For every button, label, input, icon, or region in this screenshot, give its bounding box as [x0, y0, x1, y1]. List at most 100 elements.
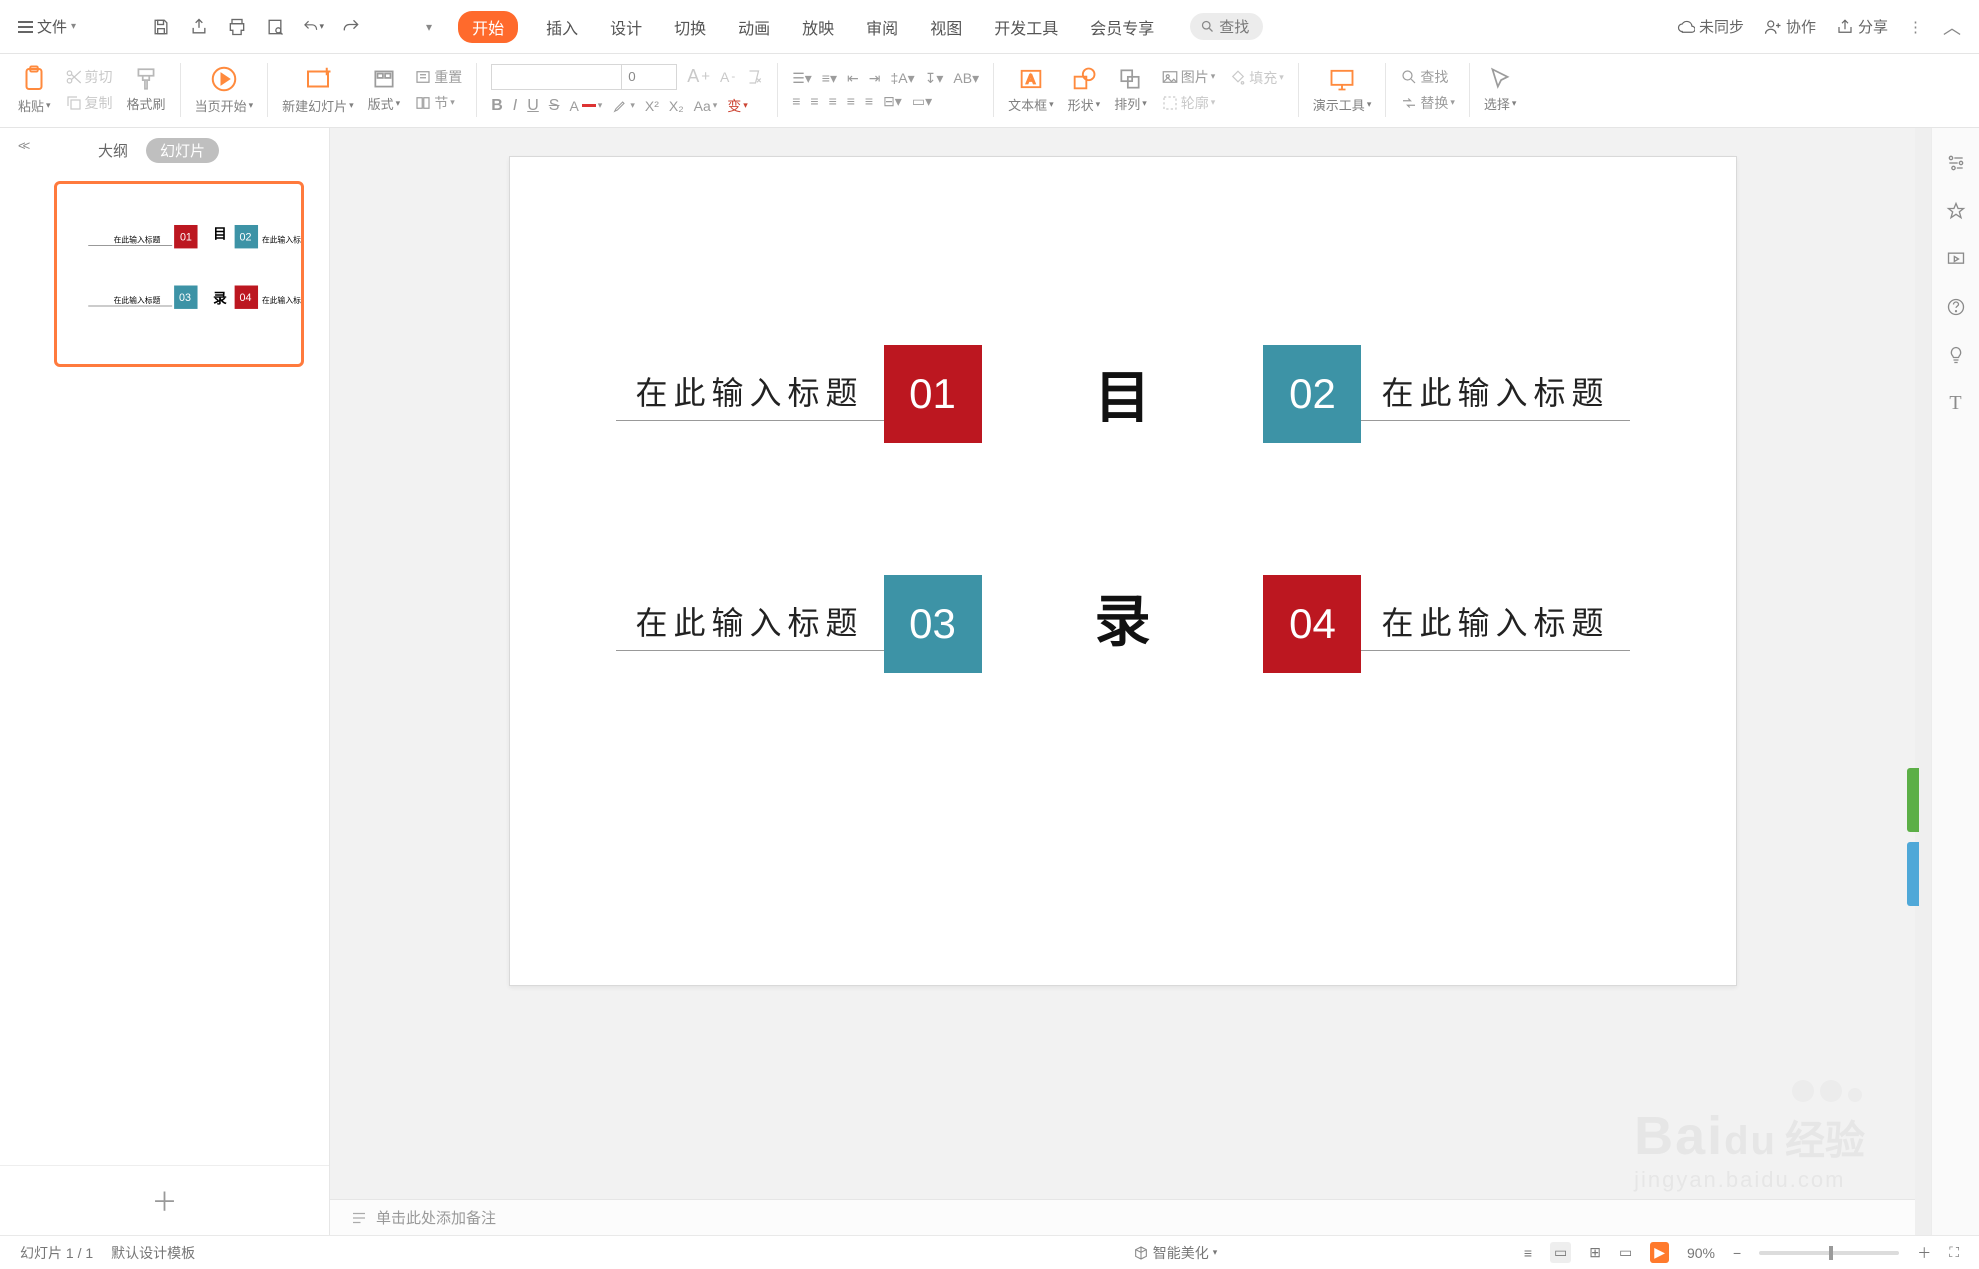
align-justify-icon[interactable]: ≡ — [847, 93, 855, 109]
idea-rail-icon[interactable] — [1945, 344, 1967, 366]
columns-icon[interactable]: AB▾ — [953, 70, 979, 87]
presentation-tools-button[interactable]: 演示工具▾ — [1313, 65, 1372, 114]
tab-slideshow[interactable]: 放映 — [798, 11, 838, 43]
text-rail-icon[interactable]: T — [1945, 392, 1967, 414]
decrease-font-icon[interactable]: A- — [720, 69, 735, 85]
align-right-icon[interactable]: ≡ — [829, 93, 837, 109]
numbering-icon[interactable]: ≡▾ — [822, 70, 837, 87]
replace-button[interactable]: 替换▾ — [1400, 93, 1455, 113]
print-preview-icon[interactable] — [264, 16, 286, 38]
customize-qat-icon[interactable]: ▾ — [426, 20, 432, 34]
fill-button[interactable]: 填充▾ — [1229, 68, 1284, 88]
zoom-slider[interactable] — [1759, 1251, 1899, 1255]
indent-inc-icon[interactable]: ⇥ — [869, 70, 881, 87]
tab-developer[interactable]: 开发工具 — [990, 11, 1062, 43]
beautify-button[interactable]: 智能美化▾ — [1133, 1243, 1218, 1263]
change-case-icon[interactable]: Aa▾ — [694, 98, 718, 114]
toc-entry-4[interactable]: 04 在此输入标题 — [1263, 575, 1629, 673]
font-name-input[interactable] — [491, 64, 621, 90]
help-rail-icon[interactable] — [1945, 296, 1967, 318]
slideshow-from-current-button[interactable]: 当页开始▾ — [195, 64, 254, 115]
toc-entry-1[interactable]: 在此输入标题 01 — [616, 345, 982, 443]
tab-view[interactable]: 视图 — [926, 11, 966, 43]
arrange-button[interactable]: 排列▾ — [1114, 66, 1147, 113]
add-slide-button[interactable]: ＋ — [0, 1165, 329, 1235]
align-distribute-icon[interactable]: ≡ — [865, 93, 873, 109]
sync-button[interactable]: 未同步 — [1677, 16, 1744, 37]
print-icon[interactable] — [226, 16, 248, 38]
textbox-button[interactable]: A 文本框▾ — [1008, 65, 1054, 114]
underline-icon[interactable]: U — [527, 97, 539, 115]
save-icon[interactable] — [150, 16, 172, 38]
more-icon[interactable]: ⋮ — [1908, 18, 1923, 36]
side-tab-blue[interactable] — [1907, 842, 1919, 906]
shape-button[interactable]: 形状▾ — [1068, 65, 1101, 114]
tab-transition[interactable]: 切换 — [670, 11, 710, 43]
font-color-icon[interactable]: A▾ — [569, 98, 602, 114]
valign-icon[interactable]: ⊟▾ — [883, 93, 902, 110]
reset-button[interactable]: 重置 — [414, 67, 462, 87]
share-button[interactable]: 分享 — [1836, 16, 1888, 37]
text-direction-icon[interactable]: ↧▾ — [925, 70, 944, 87]
zoom-in-icon[interactable]: ＋ — [1917, 1243, 1931, 1263]
clear-format-icon[interactable] — [745, 68, 763, 86]
slide-canvas[interactable]: 目 录 在此输入标题 01 02 在此输入标题 在此输入标题 03 04 在此输… — [509, 156, 1737, 986]
toc-entry-3[interactable]: 在此输入标题 03 — [616, 575, 982, 673]
format-painter-button[interactable]: 格式刷 — [127, 66, 166, 113]
collapse-ribbon-icon[interactable]: ︿ — [1943, 14, 1961, 40]
star-rail-icon[interactable] — [1945, 200, 1967, 222]
view-slideshow-icon[interactable]: ▶ — [1650, 1242, 1669, 1263]
file-menu[interactable]: 文件 ▾ — [18, 16, 76, 37]
indent-dec-icon[interactable]: ⇤ — [847, 70, 859, 87]
strike-icon[interactable]: S — [549, 97, 560, 115]
paste-button[interactable]: 粘贴▾ — [18, 64, 51, 115]
fit-window-icon[interactable]: ⛶ — [1949, 1244, 1959, 1261]
tab-home[interactable]: 开始 — [458, 11, 518, 43]
align-center-icon[interactable]: ≡ — [810, 93, 818, 109]
picture-button[interactable]: 图片▾ — [1161, 67, 1216, 87]
view-reading-icon[interactable]: ▭ — [1619, 1244, 1632, 1261]
tab-insert[interactable]: 插入 — [542, 11, 582, 43]
tab-review[interactable]: 审阅 — [862, 11, 902, 43]
new-slide-button[interactable]: 新建幻灯片▾ — [282, 64, 354, 115]
text-effects-icon[interactable]: 变▾ — [727, 96, 748, 116]
select-button[interactable]: 选择▾ — [1484, 66, 1517, 113]
layout-button[interactable]: 版式▾ — [368, 66, 401, 113]
increase-font-icon[interactable]: A+ — [687, 66, 710, 87]
view-normal-icon[interactable]: ▭ — [1550, 1242, 1571, 1263]
export-icon[interactable] — [188, 16, 210, 38]
notes-toggle-icon[interactable]: ≡ — [1524, 1245, 1532, 1261]
bold-icon[interactable]: B — [491, 97, 503, 115]
search-button[interactable]: 查找 — [1190, 13, 1263, 40]
outline-button[interactable]: 轮廓▾ — [1161, 93, 1216, 113]
align-left-icon[interactable]: ≡ — [792, 93, 800, 109]
font-size-input[interactable] — [621, 64, 677, 90]
tab-animation[interactable]: 动画 — [734, 11, 774, 43]
undo-icon[interactable]: ▾ — [302, 16, 324, 38]
collab-button[interactable]: 协作 — [1764, 16, 1816, 37]
bullets-icon[interactable]: ☰▾ — [792, 70, 812, 87]
toc-entry-2[interactable]: 02 在此输入标题 — [1263, 345, 1629, 443]
side-tab-green[interactable] — [1907, 768, 1919, 832]
view-sorter-icon[interactable]: ⊞ — [1589, 1244, 1601, 1261]
tab-member[interactable]: 会员专享 — [1086, 11, 1158, 43]
collapse-pane-icon[interactable]: << — [18, 138, 27, 153]
slideshow-rail-icon[interactable] — [1945, 248, 1967, 270]
find-button[interactable]: 查找 — [1400, 67, 1455, 87]
highlight-icon[interactable]: ▾ — [612, 98, 635, 114]
outline-tab[interactable]: 大纲 — [90, 138, 136, 163]
smartart-icon[interactable]: ▭▾ — [912, 93, 932, 110]
subscript-icon[interactable]: X₂ — [669, 98, 684, 114]
redo-icon[interactable] — [340, 16, 362, 38]
zoom-out-icon[interactable]: − — [1733, 1245, 1741, 1261]
superscript-icon[interactable]: X² — [645, 98, 659, 114]
slides-tab[interactable]: 幻灯片 — [146, 138, 219, 163]
italic-icon[interactable]: I — [513, 97, 517, 115]
font-picker[interactable] — [491, 64, 677, 90]
settings-rail-icon[interactable] — [1945, 152, 1967, 174]
section-button[interactable]: 节▾ — [414, 93, 462, 113]
line-spacing-icon[interactable]: ‡A▾ — [890, 70, 914, 87]
notes-bar[interactable]: 单击此处添加备注 — [330, 1199, 1915, 1235]
tab-design[interactable]: 设计 — [606, 11, 646, 43]
copy-button[interactable]: 复制 — [65, 93, 113, 113]
